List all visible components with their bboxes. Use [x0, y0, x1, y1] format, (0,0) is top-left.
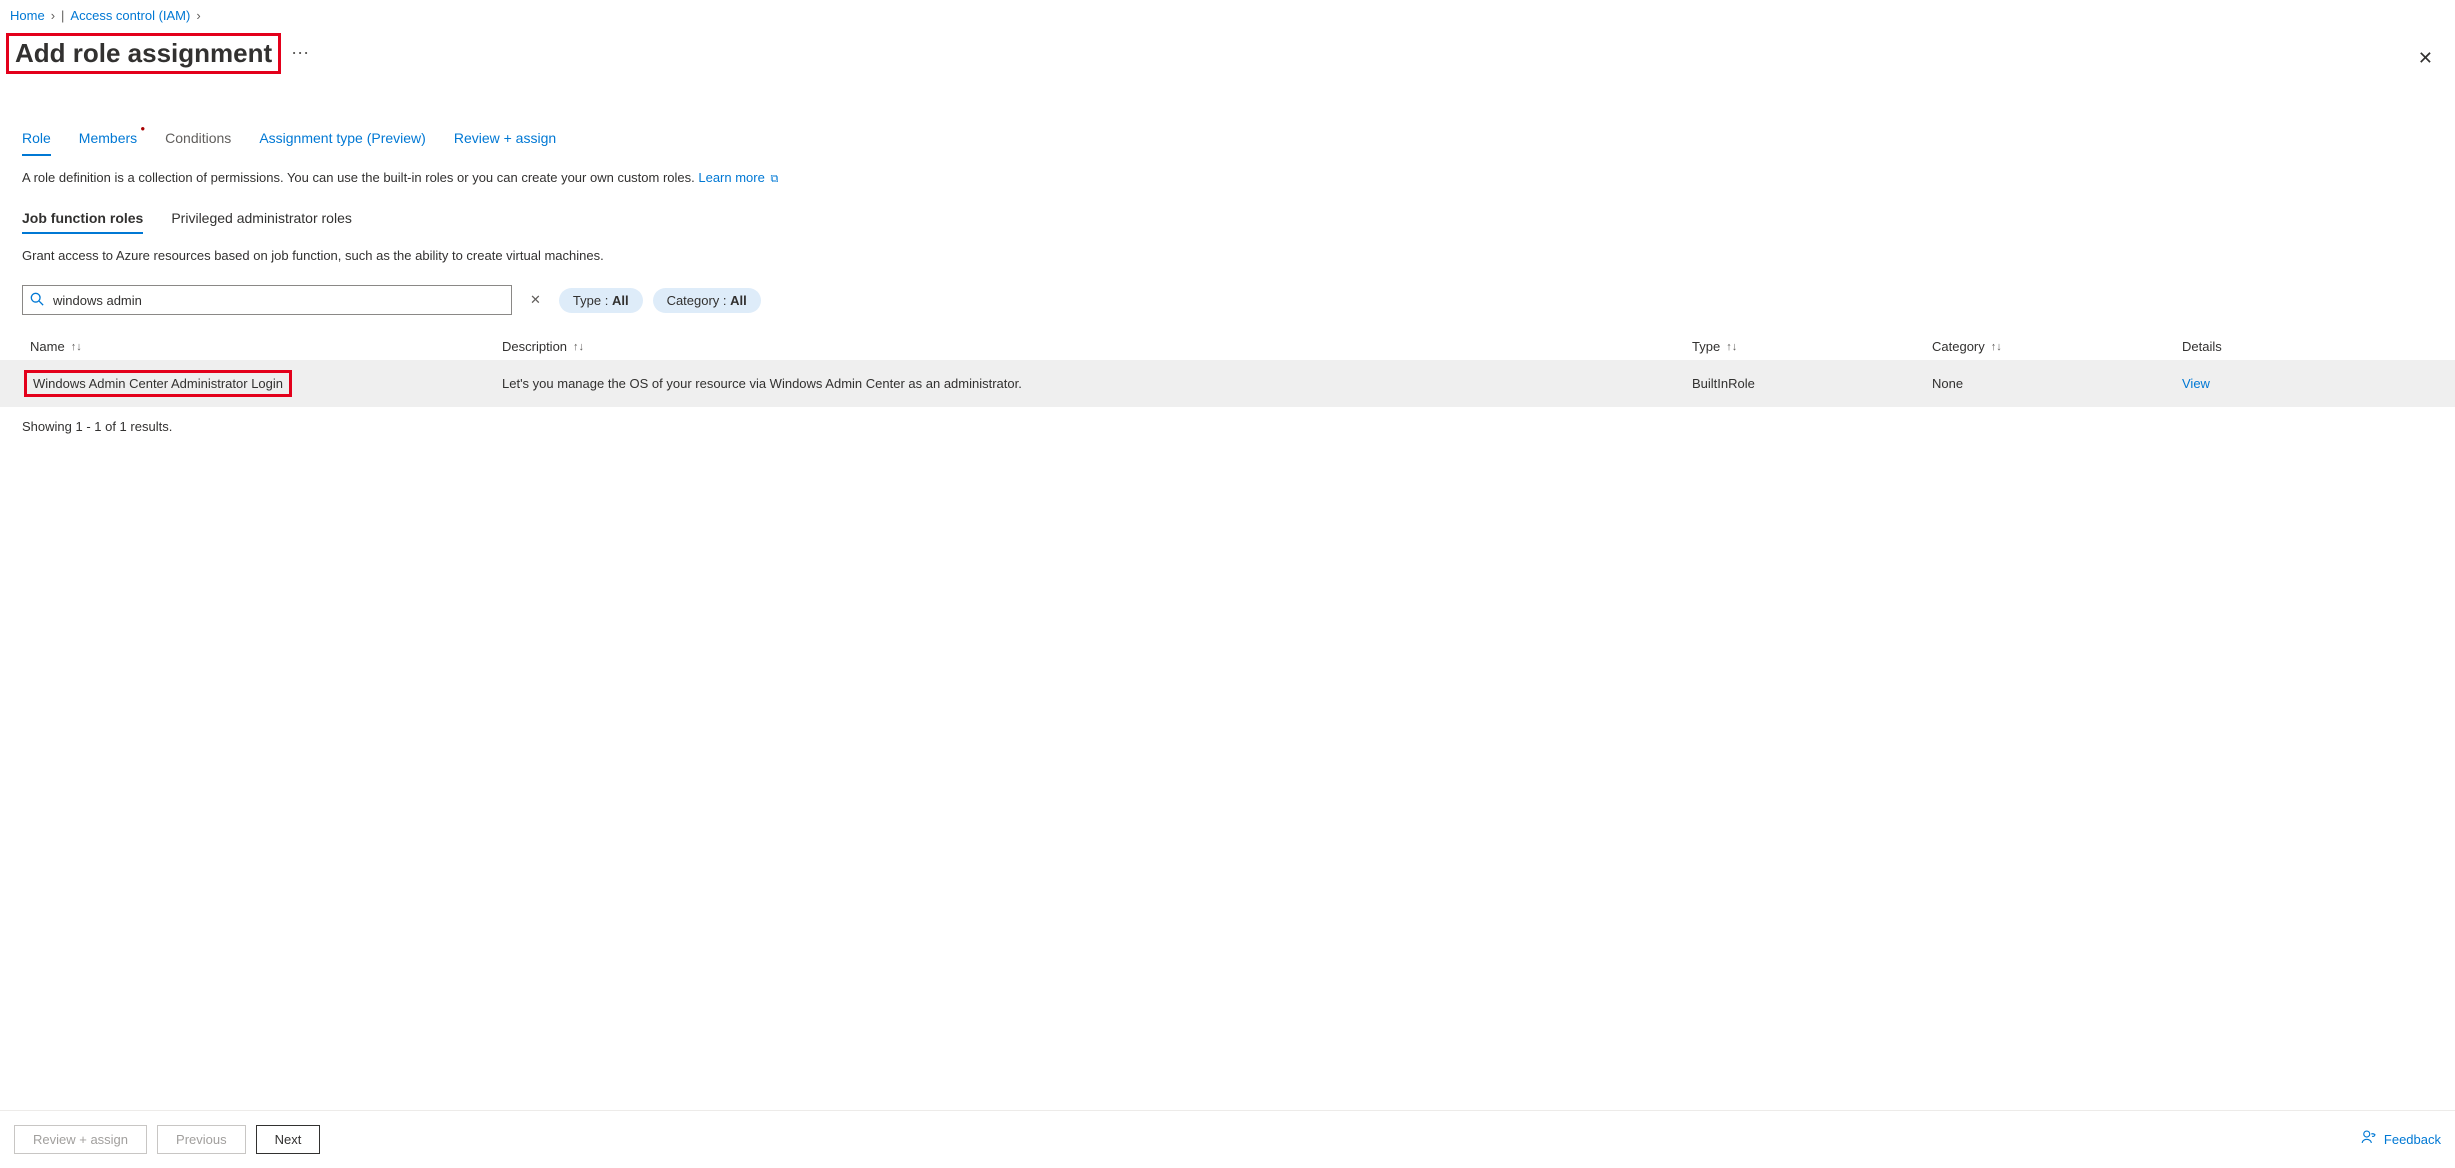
- role-name-highlight: Windows Admin Center Administrator Login: [24, 370, 292, 397]
- main-tabs: Role Members Conditions Assignment type …: [0, 122, 2455, 156]
- description-text: A role definition is a collection of per…: [22, 170, 698, 185]
- th-type-label: Type: [1692, 339, 1720, 354]
- search-input[interactable]: [22, 285, 512, 315]
- th-category-label: Category: [1932, 339, 1985, 354]
- subtab-description: Grant access to Azure resources based on…: [0, 234, 2455, 263]
- th-category[interactable]: Category ↑↓: [1932, 339, 2182, 354]
- breadcrumb-home[interactable]: Home: [10, 8, 45, 23]
- search-box: [22, 285, 512, 315]
- filter-type-label: Type :: [573, 293, 612, 308]
- page-title-highlight: Add role assignment: [6, 33, 281, 74]
- role-description: A role definition is a collection of per…: [0, 156, 2455, 186]
- feedback-icon: [2360, 1128, 2378, 1151]
- th-details: Details: [2182, 339, 2382, 354]
- tab-review-assign[interactable]: Review + assign: [454, 122, 556, 156]
- tab-assignment-type[interactable]: Assignment type (Preview): [259, 122, 426, 156]
- breadcrumb-pipe: |: [61, 8, 64, 23]
- th-name[interactable]: Name ↑↓: [22, 339, 502, 354]
- th-details-label: Details: [2182, 339, 2222, 354]
- feedback-link[interactable]: Feedback: [2360, 1128, 2441, 1151]
- sort-icon: ↑↓: [573, 341, 584, 353]
- close-icon[interactable]: ✕: [2418, 48, 2433, 69]
- filter-category-pill[interactable]: Category : All: [653, 288, 761, 313]
- page-title: Add role assignment: [15, 38, 272, 69]
- filter-row: ✕ Type : All Category : All: [0, 263, 2455, 315]
- subtab-job-function[interactable]: Job function roles: [22, 204, 143, 234]
- sort-icon: ↑↓: [1991, 341, 2002, 353]
- clear-search-icon[interactable]: ✕: [522, 292, 549, 308]
- sort-icon: ↑↓: [1726, 341, 1737, 353]
- th-name-label: Name: [30, 339, 65, 354]
- table-row[interactable]: Windows Admin Center Administrator Login…: [0, 360, 2455, 407]
- footer: Review + assign Previous Next Feedback: [0, 1110, 2455, 1168]
- th-description[interactable]: Description ↑↓: [502, 339, 1692, 354]
- footer-buttons: Review + assign Previous Next: [14, 1125, 320, 1154]
- search-icon: [30, 292, 44, 309]
- tab-members[interactable]: Members: [79, 122, 137, 156]
- tab-conditions: Conditions: [165, 122, 231, 156]
- filter-type-value: All: [612, 293, 629, 308]
- next-button[interactable]: Next: [256, 1125, 321, 1154]
- chevron-right-icon: ›: [196, 8, 200, 23]
- role-subtabs: Job function roles Privileged administra…: [0, 186, 2455, 234]
- view-details-link[interactable]: View: [2182, 376, 2210, 391]
- role-type-cell: BuiltInRole: [1692, 370, 1932, 397]
- role-description-cell: Let's you manage the OS of your resource…: [502, 370, 1692, 397]
- filter-category-label: Category :: [667, 293, 731, 308]
- previous-button: Previous: [157, 1125, 246, 1154]
- tab-role[interactable]: Role: [22, 122, 51, 156]
- feedback-label: Feedback: [2384, 1132, 2441, 1147]
- role-name: Windows Admin Center Administrator Login: [33, 376, 283, 391]
- th-type[interactable]: Type ↑↓: [1692, 339, 1932, 354]
- filter-category-value: All: [730, 293, 747, 308]
- more-actions-icon[interactable]: ⋯: [291, 43, 309, 64]
- roles-table: Name ↑↓ Description ↑↓ Type ↑↓ Category …: [0, 333, 2455, 407]
- external-link-icon: ⧉: [770, 173, 778, 186]
- breadcrumb-iam[interactable]: Access control (IAM): [70, 8, 190, 23]
- subtab-privileged[interactable]: Privileged administrator roles: [171, 204, 352, 234]
- th-description-label: Description: [502, 339, 567, 354]
- filter-type-pill[interactable]: Type : All: [559, 288, 643, 313]
- page-title-row: Add role assignment ⋯: [0, 31, 2455, 86]
- sort-icon: ↑↓: [71, 341, 82, 353]
- review-assign-button: Review + assign: [14, 1125, 147, 1154]
- role-category-cell: None: [1932, 370, 2182, 397]
- results-count: Showing 1 - 1 of 1 results.: [0, 407, 2455, 446]
- table-header: Name ↑↓ Description ↑↓ Type ↑↓ Category …: [0, 333, 2455, 360]
- chevron-right-icon: ›: [51, 8, 55, 23]
- breadcrumb: Home › | Access control (IAM) ›: [0, 0, 2455, 31]
- learn-more-link[interactable]: Learn more: [698, 170, 764, 185]
